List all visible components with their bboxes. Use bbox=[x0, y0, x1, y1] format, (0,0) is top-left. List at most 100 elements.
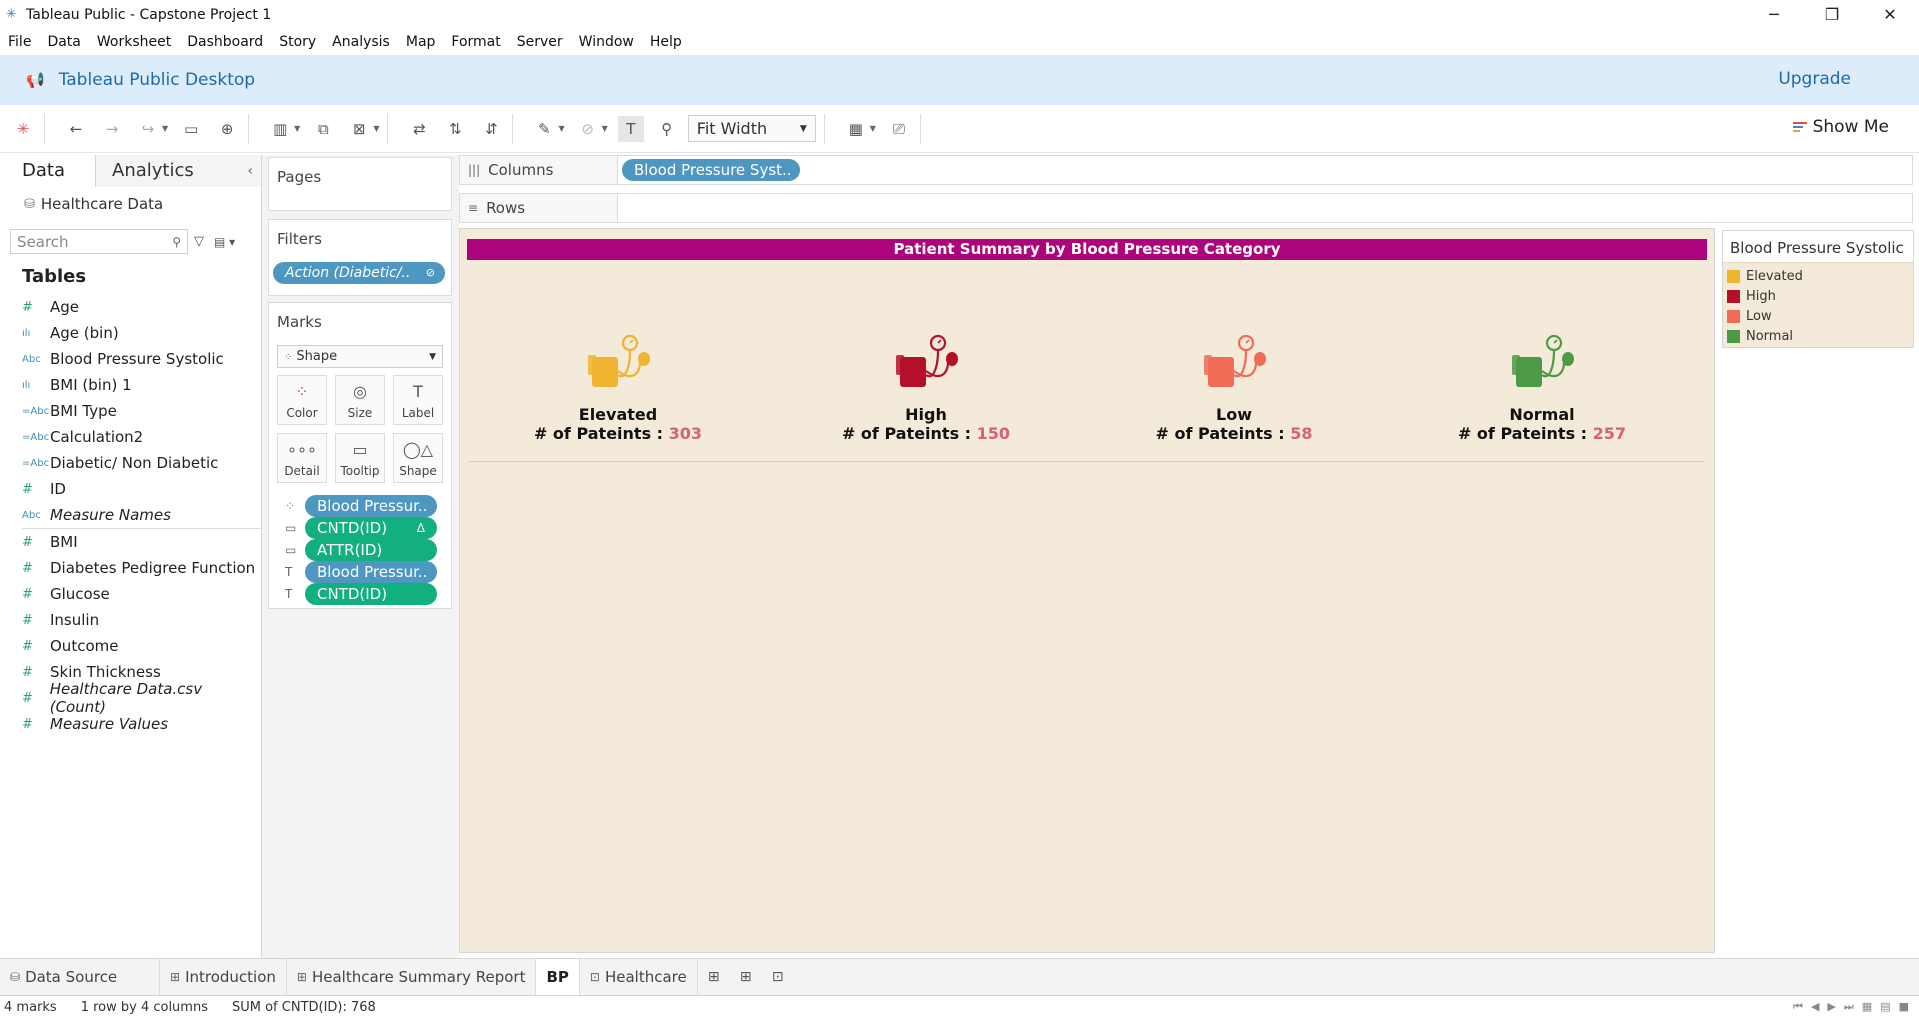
save-icon[interactable]: ▭ bbox=[178, 116, 204, 142]
tab-bp[interactable]: BP bbox=[536, 958, 580, 996]
pages-card[interactable]: Pages bbox=[268, 157, 452, 211]
new-datasource-icon[interactable]: ⊕ bbox=[214, 116, 240, 142]
legend-item[interactable]: Elevated bbox=[1723, 266, 1913, 286]
legend-item[interactable]: High bbox=[1723, 286, 1913, 306]
new-dashboard-icon[interactable]: ⊞ bbox=[730, 959, 762, 996]
menu-file[interactable]: File bbox=[0, 29, 39, 55]
fit-dropdown[interactable]: Fit Width ▼ bbox=[687, 115, 816, 142]
category-mark-normal[interactable]: Normal # of Pateints : 257 bbox=[1402, 325, 1682, 443]
columns-pill[interactable]: Blood Pressure Syst.. bbox=[622, 159, 800, 181]
menu-server[interactable]: Server bbox=[509, 29, 571, 55]
new-story-icon[interactable]: ⊡ bbox=[762, 959, 794, 996]
sort-ascending-icon[interactable]: ⇅ bbox=[442, 116, 468, 142]
tab-data-source[interactable]: ⛁ Data Source bbox=[0, 958, 160, 996]
show-filmstrip-icon[interactable]: ▤ bbox=[1880, 1000, 1890, 1014]
menu-window[interactable]: Window bbox=[571, 29, 642, 55]
show-me-button[interactable]: Show Me bbox=[1792, 117, 1889, 137]
field-item[interactable]: # Glucose bbox=[0, 581, 261, 607]
color-button[interactable]: ⁘ Color bbox=[277, 375, 327, 425]
field-item[interactable]: # BMI bbox=[0, 529, 261, 555]
search-input[interactable]: Search ⚲ bbox=[10, 229, 188, 254]
category-mark-low[interactable]: Low # of Pateints : 58 bbox=[1094, 325, 1374, 443]
size-button[interactable]: ◎ Size bbox=[335, 375, 385, 425]
prev-sheet-icon[interactable]: ◀ bbox=[1811, 1000, 1819, 1014]
field-item[interactable]: # Age bbox=[0, 294, 261, 320]
tooltip-icon[interactable]: ▭ bbox=[285, 521, 305, 535]
tooltip-icon[interactable]: ▭ bbox=[285, 543, 305, 557]
mark-pill[interactable]: CNTD(ID) bbox=[305, 583, 437, 605]
show-sheet-sorter-icon[interactable]: ▦ bbox=[1862, 1000, 1872, 1014]
legend-item[interactable]: Low bbox=[1723, 306, 1913, 326]
label-button[interactable]: T Label bbox=[393, 375, 443, 425]
field-item[interactable]: Abc Measure Names bbox=[0, 502, 261, 528]
label-icon[interactable]: T bbox=[285, 565, 305, 579]
show-cards-caret-icon[interactable]: ▼ bbox=[870, 124, 876, 133]
mark-type-dropdown[interactable]: ⁘ Shape ▼ bbox=[277, 345, 443, 368]
redo-icon[interactable]: → bbox=[99, 116, 125, 142]
clear-sheet-icon[interactable]: ⊠ bbox=[346, 116, 372, 142]
legend-item[interactable]: Normal bbox=[1723, 326, 1913, 346]
mark-pill[interactable]: Blood Pressur.. bbox=[305, 561, 437, 583]
replay-caret-icon[interactable]: ▼ bbox=[162, 124, 168, 133]
filters-card[interactable]: Filters Action (Diabetic/.. ⊘ bbox=[268, 219, 452, 296]
view-options-icon[interactable]: ▤ ▾ bbox=[214, 235, 235, 249]
viz-canvas[interactable]: Patient Summary by Blood Pressure Catego… bbox=[459, 228, 1715, 953]
group-caret-icon[interactable]: ▼ bbox=[602, 124, 608, 133]
tab-introduction[interactable]: ⊞ Introduction bbox=[160, 958, 287, 996]
sort-descending-icon[interactable]: ⇵ bbox=[478, 116, 504, 142]
field-item[interactable]: =Abc BMI Type bbox=[0, 398, 261, 424]
swap-rows-columns-icon[interactable]: ⇄ bbox=[406, 116, 432, 142]
next-sheet-icon[interactable]: ▶ bbox=[1827, 1000, 1835, 1014]
tooltip-button[interactable]: ▭ Tooltip bbox=[335, 433, 385, 483]
field-item[interactable]: =Abc Calculation2 bbox=[0, 424, 261, 450]
tableau-logo-icon[interactable]: ✳ bbox=[10, 116, 36, 142]
filter-fields-icon[interactable]: ▽ bbox=[194, 234, 204, 249]
field-item[interactable]: ılı BMI (bin) 1 bbox=[0, 372, 261, 398]
show-cards-icon[interactable]: ▦ bbox=[843, 116, 869, 142]
label-icon[interactable]: T bbox=[285, 587, 305, 601]
field-item[interactable]: Abc Blood Pressure Systolic bbox=[0, 346, 261, 372]
highlight-icon[interactable]: ✎ bbox=[531, 116, 557, 142]
datasource-item[interactable]: ⛁ Healthcare Data bbox=[0, 187, 261, 221]
tab-analytics[interactable]: Analytics bbox=[96, 155, 261, 187]
close-button[interactable]: ✕ bbox=[1861, 0, 1919, 29]
field-item[interactable]: =Abc Diabetic/ Non Diabetic bbox=[0, 450, 261, 476]
columns-shelf[interactable]: ||| Columns Blood Pressure Syst.. bbox=[459, 155, 1913, 185]
field-item[interactable]: # Healthcare Data.csv (Count) bbox=[0, 680, 261, 716]
new-worksheet-caret-icon[interactable]: ▼ bbox=[294, 124, 300, 133]
menu-worksheet[interactable]: Worksheet bbox=[89, 29, 179, 55]
mark-pill[interactable]: Blood Pressur.. bbox=[305, 495, 437, 517]
menu-format[interactable]: Format bbox=[443, 29, 508, 55]
show-mark-labels-icon[interactable]: T bbox=[617, 115, 644, 142]
minimize-button[interactable]: ─ bbox=[1745, 0, 1803, 29]
presentation-mode-icon[interactable]: ⎚ bbox=[886, 116, 912, 142]
menu-help[interactable]: Help bbox=[642, 29, 690, 55]
menu-dashboard[interactable]: Dashboard bbox=[179, 29, 271, 55]
show-tabs-icon[interactable]: ■ bbox=[1899, 1000, 1909, 1014]
field-item[interactable]: # Diabetes Pedigree Function bbox=[0, 555, 261, 581]
menu-analysis[interactable]: Analysis bbox=[324, 29, 398, 55]
new-worksheet-icon[interactable]: ⊞ bbox=[698, 959, 730, 996]
tab-healthcare[interactable]: ⊡ Healthcare bbox=[580, 958, 698, 996]
clear-sheet-caret-icon[interactable]: ▼ bbox=[373, 124, 379, 133]
tab-healthcare-summary-report[interactable]: ⊞ Healthcare Summary Report bbox=[287, 958, 537, 996]
collapse-pane-icon[interactable]: ‹ bbox=[247, 155, 253, 187]
mark-pill[interactable]: ATTR(ID) bbox=[305, 539, 437, 561]
fix-axes-icon[interactable]: ⚲ bbox=[654, 116, 680, 142]
group-members-icon[interactable]: ⊘ bbox=[575, 116, 601, 142]
menu-story[interactable]: Story bbox=[271, 29, 324, 55]
new-worksheet-icon[interactable]: ▥ bbox=[267, 116, 293, 142]
replay-icon[interactable]: ↪ bbox=[135, 116, 161, 142]
category-mark-elevated[interactable]: Elevated # of Pateints : 303 bbox=[478, 325, 758, 443]
tab-data[interactable]: Data bbox=[0, 155, 96, 187]
menu-data[interactable]: Data bbox=[39, 29, 88, 55]
field-item[interactable]: # Insulin bbox=[0, 607, 261, 633]
color-legend[interactable]: Blood Pressure Systolic Elevated High Low N… bbox=[1722, 230, 1914, 348]
last-sheet-icon[interactable]: ⏭ bbox=[1844, 1000, 1854, 1014]
field-item[interactable]: ılı Age (bin) bbox=[0, 320, 261, 346]
field-item[interactable]: # Outcome bbox=[0, 633, 261, 659]
restore-button[interactable]: ❐ bbox=[1803, 0, 1861, 29]
first-sheet-icon[interactable]: ⏮ bbox=[1793, 1000, 1803, 1014]
undo-icon[interactable]: ← bbox=[63, 116, 89, 142]
shape-button[interactable]: ◯△ Shape bbox=[393, 433, 443, 483]
